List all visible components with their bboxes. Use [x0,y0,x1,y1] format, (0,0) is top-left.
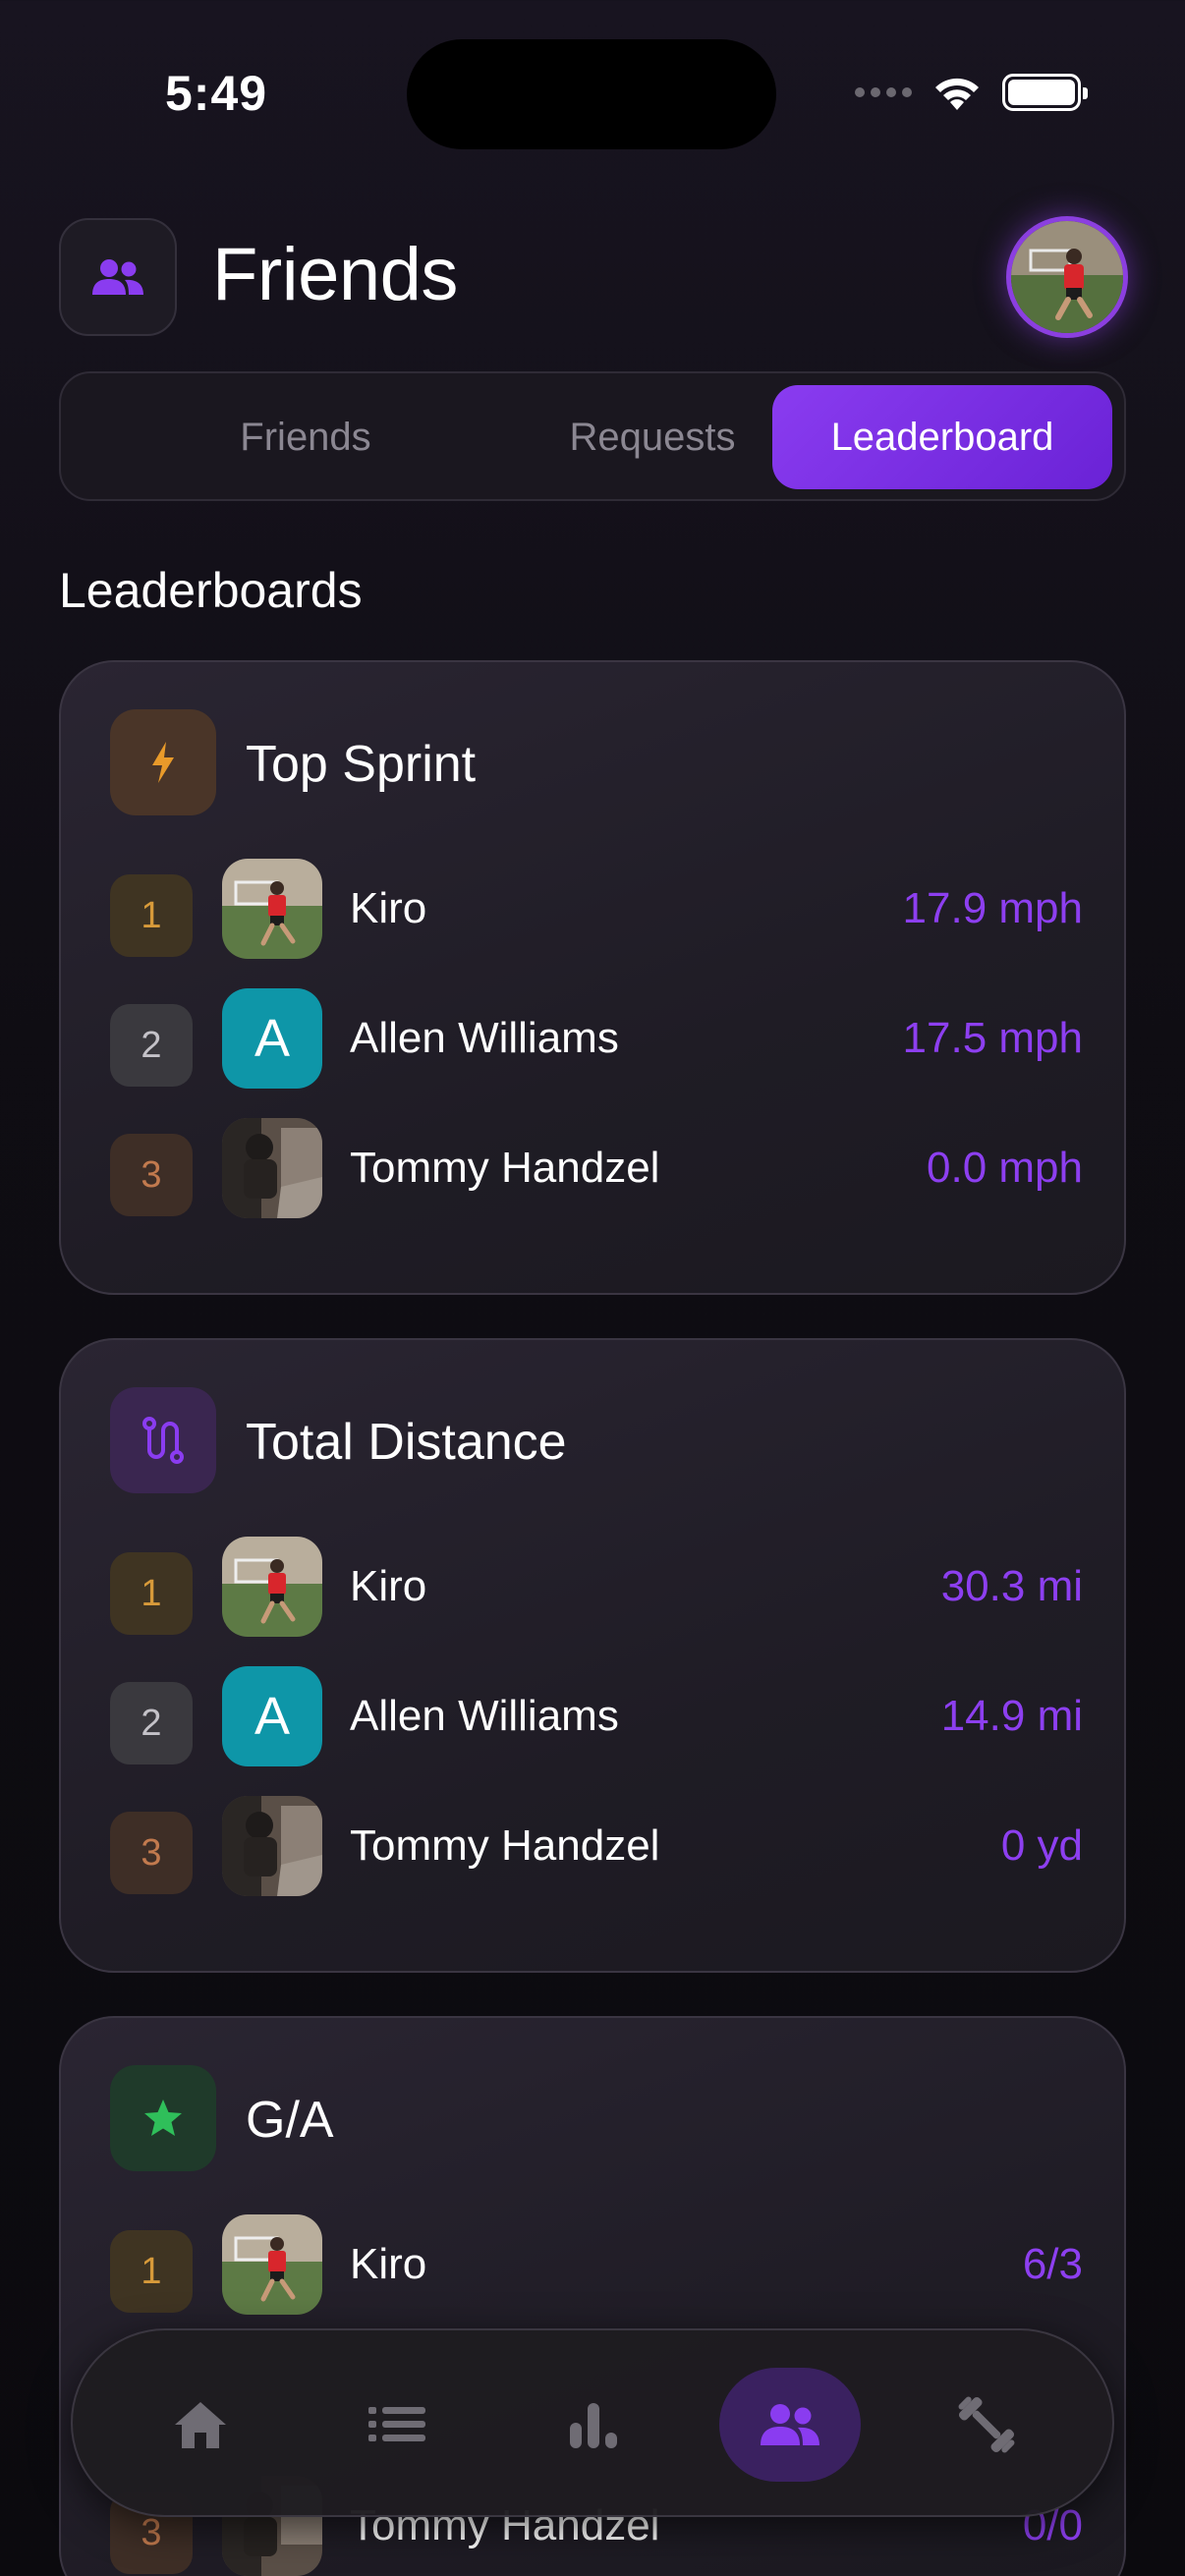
rank-badge: 2 [110,1682,193,1764]
avatar: A [222,988,322,1089]
dumbbell-icon [958,2396,1015,2453]
stat-value: 30.3 mi [940,1562,1083,1610]
player-name: Tommy Handzel [350,1821,660,1870]
tab-leaderboard[interactable]: Leaderboard [772,385,1112,489]
friends-header-icon [59,218,177,336]
status-icons [855,73,1088,112]
card-title: Top Sprint [246,736,477,793]
rank-badge: 2 [110,1004,193,1087]
stat-value: 0.0 mph [927,1144,1083,1192]
bottom-nav [71,2328,1114,2517]
avatar [222,859,322,959]
player-name: Allen Williams [350,1692,619,1740]
player-name: Kiro [350,2240,427,2288]
bolt-icon [110,709,216,815]
home-icon [175,2402,226,2448]
avatar: A [222,1666,322,1766]
nav-workouts[interactable] [916,2368,1057,2482]
nav-stats[interactable] [523,2368,664,2482]
stat-value: 6/3 [1022,2240,1083,2288]
friends-icon [761,2404,819,2445]
rank-badge: 1 [110,2230,193,2313]
stat-value: 17.9 mph [902,884,1083,932]
player-name: Kiro [350,884,427,932]
status-time: 5:49 [165,66,268,121]
tab-friends[interactable]: Friends [136,385,476,489]
nav-friends[interactable] [719,2368,861,2482]
page-title: Friends [212,233,458,316]
leaderboard-row[interactable]: 3 Tommy Handzel 0.0 mph [110,1118,1083,1220]
route-icon [110,1387,216,1493]
bar-chart-icon [570,2403,617,2448]
avatar [222,1537,322,1637]
player-name: Kiro [350,1562,427,1610]
star-icon [110,2065,216,2171]
card-title: Total Distance [246,1414,567,1471]
nav-home[interactable] [130,2368,271,2482]
profile-avatar[interactable] [1006,216,1128,338]
segmented-tabs: Friends Requests Leaderboard [59,371,1126,501]
leaderboard-row[interactable]: 2 A Allen Williams 14.9 mi [110,1666,1083,1768]
leaderboard-row[interactable]: 1 Kiro 30.3 mi [110,1537,1083,1639]
player-name: Tommy Handzel [350,1144,660,1192]
list-icon [368,2407,425,2441]
stat-value: 0 yd [1000,1821,1083,1870]
player-name: Allen Williams [350,1014,619,1062]
cellular-signal-icon [855,87,912,97]
stat-value: 14.9 mi [940,1692,1083,1740]
rank-badge: 1 [110,1552,193,1635]
rank-badge: 3 [110,1134,193,1216]
dynamic-island [407,39,776,149]
leaderboard-card-top-sprint: Top Sprint 1 Kiro 17.9 mph 2 A Allen Wil… [59,660,1126,1295]
leaderboard-card-total-distance: Total Distance 1 Kiro 30.3 mi 2 A Allen … [59,1338,1126,1973]
leaderboard-row[interactable]: 3 Tommy Handzel 0 yd [110,1796,1083,1898]
card-title: G/A [246,2092,334,2149]
nav-list[interactable] [326,2368,468,2482]
rank-badge: 3 [110,1812,193,1894]
stat-value: 17.5 mph [902,1014,1083,1062]
avatar [222,2214,322,2315]
leaderboard-row[interactable]: 1 Kiro 17.9 mph [110,859,1083,961]
avatar [222,1118,322,1218]
leaderboard-row[interactable]: 2 A Allen Williams 17.5 mph [110,988,1083,1091]
avatar [222,1796,322,1896]
rank-badge: 1 [110,874,193,957]
battery-icon [1002,74,1088,111]
wifi-icon [935,78,979,110]
leaderboard-row[interactable]: 1 Kiro 6/3 [110,2214,1083,2317]
section-heading: Leaderboards [59,563,363,618]
